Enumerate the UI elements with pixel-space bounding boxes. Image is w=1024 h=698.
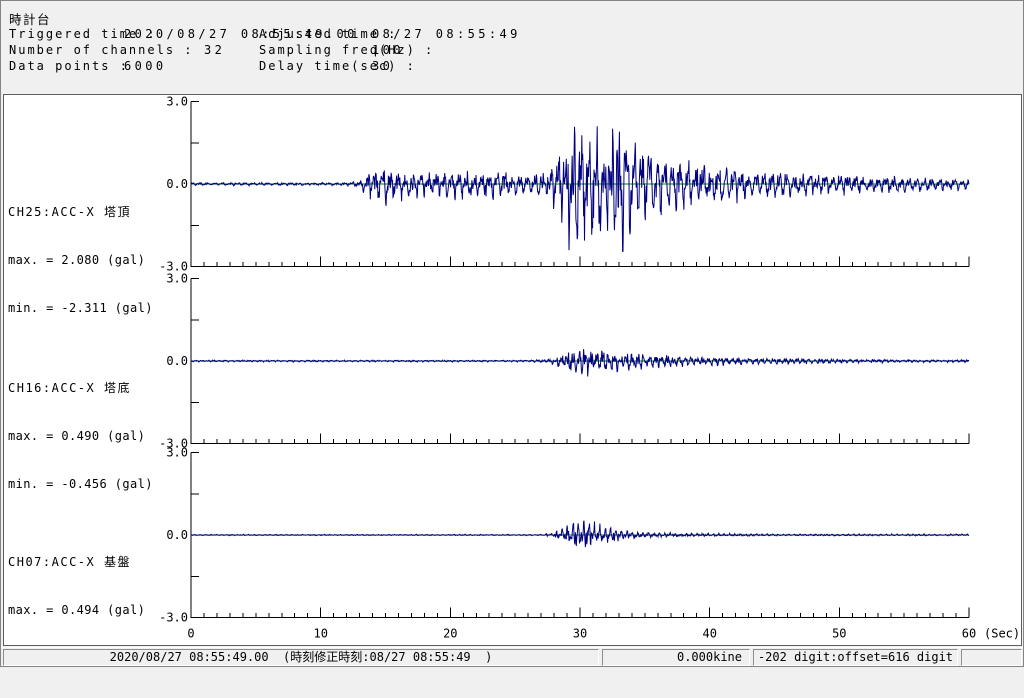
channel-info-ch16: CH16:ACC-X 塔底 max. = 0.490 (gal) min. = … (8, 348, 153, 524)
status-empty-field (961, 649, 1022, 666)
channel-min-value: min. = -2.311 (gal) (8, 301, 153, 315)
status-bar: 2020/08/27 08:55:49.00 (時刻修正時刻:08/27 08:… (1, 647, 1023, 666)
channel-info-ch07: CH07:ACC-X 基盤 max. = 0.494 (gal) min. = … (8, 522, 153, 698)
data-points-value: 6000 (124, 59, 167, 73)
sampling-freq-value: 100 (372, 43, 404, 57)
channel-label: CH16:ACC-X 塔底 (8, 381, 131, 395)
channel-min-value: min. = -0.456 (gal) (8, 477, 153, 491)
channel-count-value: 32 (204, 43, 226, 57)
channel-count-label: Number of channels : (9, 43, 194, 57)
channel-label: CH07:ACC-X 基盤 (8, 555, 131, 569)
window-title: 時計台 (9, 12, 52, 27)
status-digit-field: -202 digit:offset=616 digit (753, 649, 958, 666)
channel-max-value: max. = 0.490 (gal) (8, 429, 146, 443)
sampling-freq-label: Sampling freq(Hz) : (259, 43, 435, 57)
channel-label: CH25:ACC-X 塔頂 (8, 205, 131, 219)
app-window: 時計台 Triggered time : 2020/08/27 08:55:49… (0, 0, 1024, 667)
channel-info-ch25: CH25:ACC-X 塔頂 max. = 2.080 (gal) min. = … (8, 172, 153, 348)
chart-panel (3, 94, 1022, 646)
channel-max-value: max. = 0.494 (gal) (8, 603, 146, 617)
status-time-field: 2020/08/27 08:55:49.00 (時刻修正時刻:08/27 08:… (3, 649, 599, 666)
status-kine-field: 0.000kine (602, 649, 750, 666)
adjusted-time-value: 08/27 08:55:49 (372, 27, 521, 41)
data-points-label: Data points : (9, 59, 129, 73)
delay-time-value: 30 (372, 59, 394, 73)
channel-max-value: max. = 2.080 (gal) (8, 253, 146, 267)
